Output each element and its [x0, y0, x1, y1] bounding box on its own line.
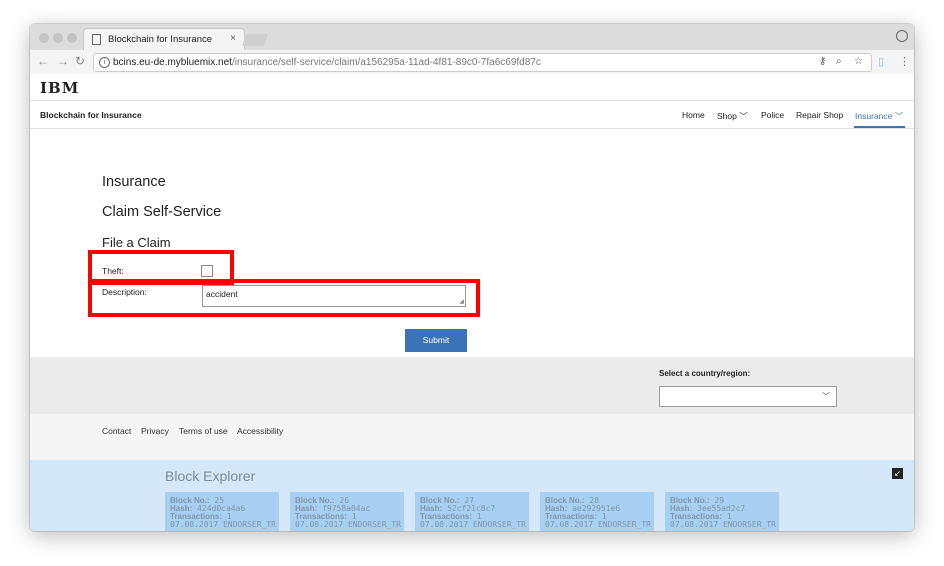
chevron-down-icon: ﹀ [739, 111, 748, 121]
nav-shop[interactable]: Shop ﹀ [717, 110, 748, 122]
url-text: bcins.eu-de.mybluemix.net/insurance/self… [113, 57, 541, 68]
block-card[interactable]: Block No.: 29 Hash: 3ee55ad2c7 Transacti… [665, 492, 779, 531]
nav-insurance[interactable]: Insurance ﹀ [855, 110, 903, 122]
footer-terms[interactable]: Terms of use [179, 426, 228, 436]
country-select[interactable]: ﹀ [659, 386, 837, 407]
footer-privacy[interactable]: Privacy [141, 426, 169, 436]
collapse-icon[interactable]: ↙ [892, 468, 903, 479]
footer-contact[interactable]: Contact [102, 426, 131, 436]
active-nav-indicator [854, 126, 905, 128]
country-label: Select a country/region: [659, 369, 751, 378]
footer: Contact Privacy Terms of use Accessibili… [30, 414, 914, 460]
block-card[interactable]: Block No.: 25 Hash: 424d0ca4a6 Transacti… [165, 492, 279, 531]
close-window-icon[interactable] [39, 33, 49, 43]
key-icon[interactable]: ⚷ [819, 56, 826, 67]
ibm-logo[interactable]: IBM [40, 79, 79, 97]
nav-home[interactable]: Home [682, 110, 705, 120]
page-title: Insurance [102, 174, 166, 190]
maximize-window-icon[interactable] [67, 33, 77, 43]
reload-icon[interactable]: ↻ [75, 54, 85, 68]
submit-button[interactable]: Submit [405, 329, 467, 352]
extension-icon[interactable]: ▯ [878, 55, 884, 68]
browser-toolbar: ← → ↻ i bcins.eu-de.mybluemix.net/insura… [30, 50, 914, 75]
footer-accessibility[interactable]: Accessibility [237, 426, 283, 436]
tab-title: Blockchain for Insurance [108, 34, 213, 45]
info-icon[interactable]: i [99, 57, 110, 68]
browser-window: Blockchain for Insurance × ← → ↻ i bcins… [30, 24, 914, 531]
tab-close-icon[interactable]: × [230, 33, 236, 44]
forward-icon[interactable]: → [57, 54, 69, 68]
block-card[interactable]: Block No.: 28 Hash: ae292951e6 Transacti… [540, 492, 654, 531]
back-icon[interactable]: ← [37, 54, 49, 68]
form-title: File a Claim [102, 235, 171, 250]
page-content: IBM Blockchain for Insurance Home Shop ﹀… [30, 74, 914, 531]
nav-repair-shop[interactable]: Repair Shop [796, 110, 843, 120]
page-icon [92, 34, 101, 45]
menu-icon[interactable]: ⋮ [899, 55, 910, 68]
ibm-header: IBM [30, 74, 914, 101]
page-subtitle: Claim Self-Service [102, 204, 222, 220]
chevron-down-icon: ﹀ [822, 392, 830, 401]
block-explorer-title: Block Explorer [165, 468, 256, 484]
new-tab-button[interactable] [241, 34, 269, 46]
browser-tab[interactable]: Blockchain for Insurance × [83, 28, 245, 51]
block-explorer: Block Explorer ↙ Block No.: 25 Hash: 424… [30, 460, 914, 531]
site-brand[interactable]: Blockchain for Insurance [40, 110, 142, 120]
block-card[interactable]: Block No.: 27 Hash: 52cf21c8c7 Transacti… [415, 492, 529, 531]
zoom-icon[interactable]: ⌕ [836, 56, 842, 67]
address-bar[interactable]: i bcins.eu-de.mybluemix.net/insurance/se… [93, 53, 872, 72]
block-card[interactable]: Block No.: 26 Hash: f9758a04ac Transacti… [290, 492, 404, 531]
country-band: Select a country/region: ﹀ [30, 357, 914, 414]
chevron-down-icon: ﹀ [894, 111, 904, 121]
masthead: Blockchain for Insurance Home Shop ﹀ Pol… [30, 101, 914, 129]
tab-strip: Blockchain for Insurance × [30, 24, 914, 51]
profile-icon[interactable] [896, 30, 908, 42]
highlight-description [88, 279, 480, 317]
bookmark-star-icon[interactable]: ☆ [854, 56, 863, 67]
minimize-window-icon[interactable] [53, 33, 63, 43]
nav-police[interactable]: Police [761, 110, 784, 120]
